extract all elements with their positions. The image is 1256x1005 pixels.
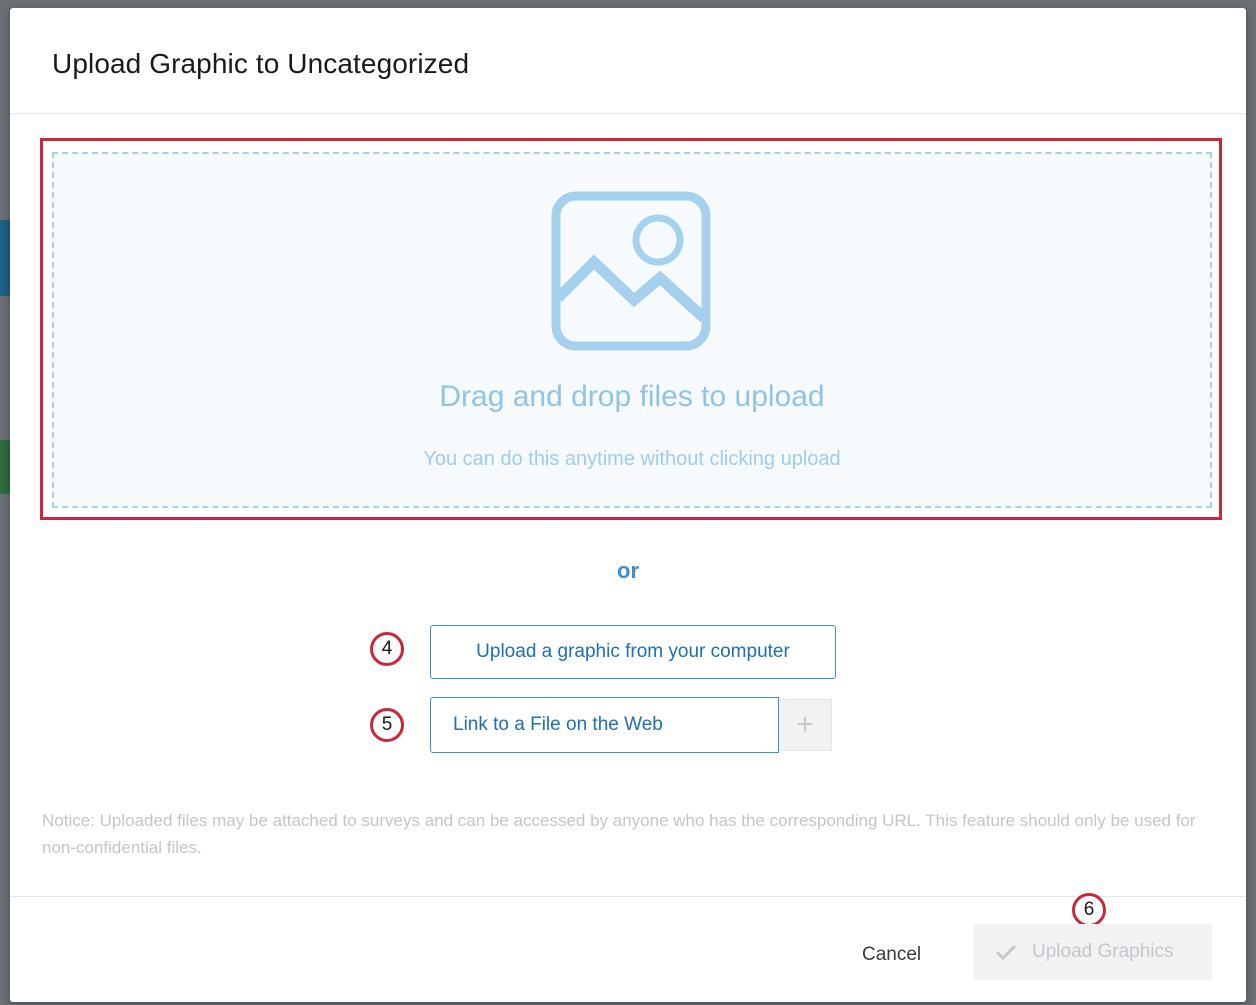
check-icon — [996, 944, 1016, 960]
background-strip — [0, 220, 10, 296]
plus-icon[interactable]: + — [779, 699, 832, 751]
upload-graphics-label: Upload Graphics — [1032, 941, 1174, 962]
dropzone-title: Drag and drop files to upload — [439, 380, 825, 413]
link-to-web-file-button[interactable]: Link to a File on the Web — [430, 697, 779, 753]
or-divider: or — [617, 558, 639, 583]
drag-drop-zone[interactable]: Drag and drop files to upload You can do… — [52, 152, 1212, 508]
dialog-title: Upload Graphic to Uncategorized — [52, 48, 470, 79]
dialog-footer: 6 Cancel Upload Graphics — [10, 893, 1246, 1002]
upload-graphic-dialog: Upload Graphic to Uncategorized Drag and… — [10, 8, 1246, 1002]
background-strip — [0, 440, 10, 494]
image-icon — [551, 191, 711, 351]
upload-graphics-button[interactable]: Upload Graphics — [974, 924, 1212, 980]
callout-marker-4: 4 — [370, 632, 404, 666]
confidentiality-notice: Notice: Uploaded files may be attached t… — [42, 811, 1196, 857]
dropzone-subtitle: You can do this anytime without clicking… — [423, 448, 841, 470]
dialog-header: Upload Graphic to Uncategorized — [10, 8, 1246, 114]
link-web-group: Link to a File on the Web + — [430, 697, 834, 753]
callout-marker-6: 6 — [1072, 893, 1106, 927]
cancel-button[interactable]: Cancel — [862, 944, 921, 966]
upload-from-computer-button[interactable]: Upload a graphic from your computer — [430, 625, 836, 679]
callout-marker-5: 5 — [370, 708, 404, 742]
